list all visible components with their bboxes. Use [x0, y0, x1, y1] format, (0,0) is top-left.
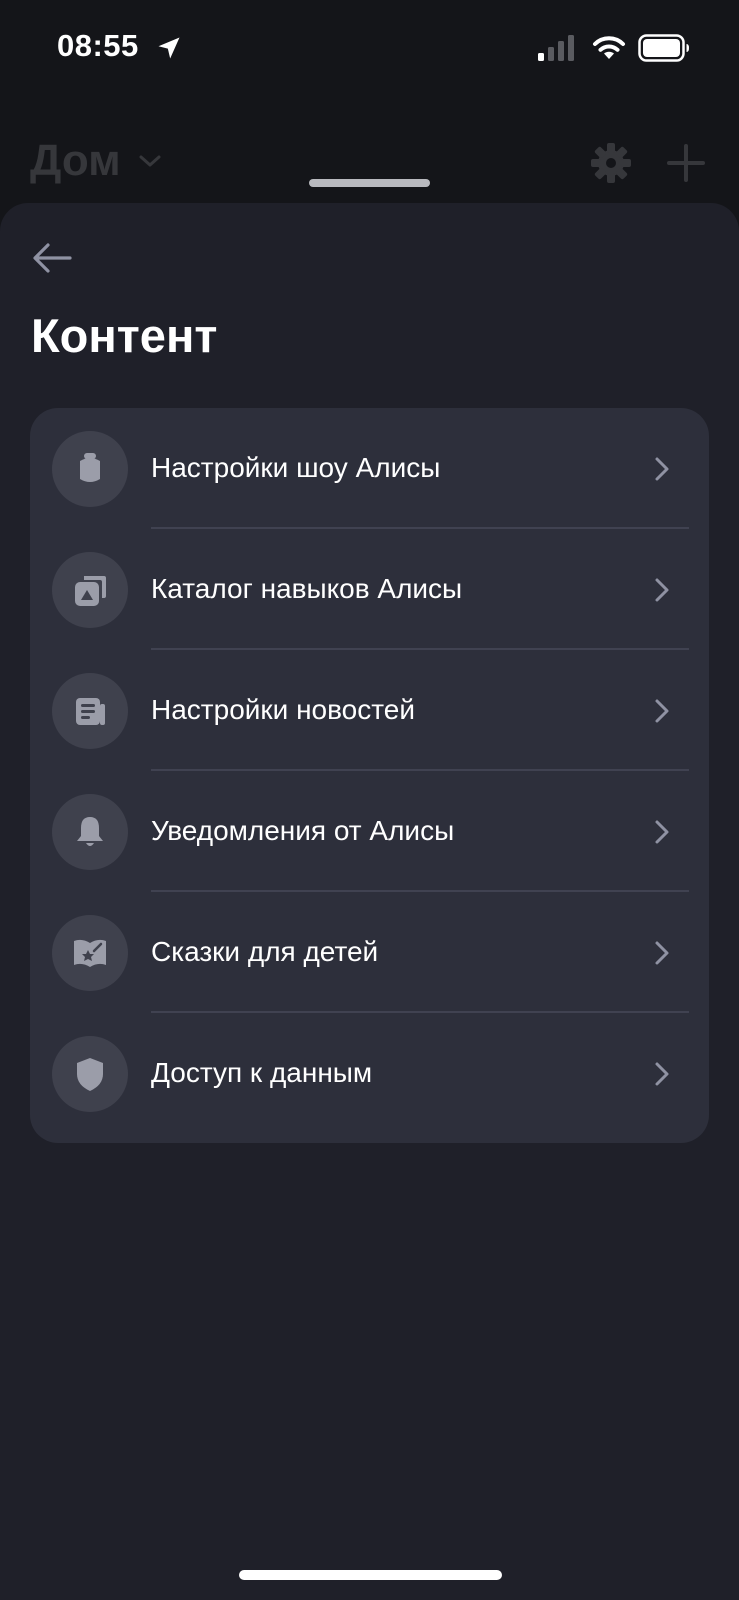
bell-icon	[77, 817, 103, 846]
status-time: 08:55	[57, 28, 139, 63]
sheet-drag-handle[interactable]	[309, 179, 430, 187]
home-title: Дом	[30, 136, 121, 185]
chevron-right-icon	[655, 578, 669, 602]
shield-icon	[77, 1058, 103, 1091]
menu-item-label: Сказки для детей	[151, 936, 379, 967]
location-arrow-icon	[158, 37, 180, 59]
wifi-icon	[593, 36, 625, 59]
page-title: Контент	[31, 309, 218, 362]
row-icon-container	[52, 673, 128, 749]
row-icon-container	[52, 915, 128, 991]
chevron-right-icon	[655, 457, 669, 481]
cellular-signal-icon	[538, 35, 574, 61]
menu-item-label: Доступ к данным	[151, 1057, 373, 1088]
plus-icon	[667, 144, 705, 182]
speaker-icon	[80, 453, 100, 482]
back-arrow-icon[interactable]	[30, 239, 76, 277]
row-icon-container	[52, 794, 128, 870]
menu-item-alice-notifications[interactable]: Уведомления от Алисы	[30, 771, 709, 892]
chevron-right-icon	[655, 941, 669, 965]
chevron-down-icon	[139, 155, 161, 167]
menu-item-alice-skills-catalog[interactable]: Каталог навыков Алисы	[30, 529, 709, 650]
menu-item-news-settings[interactable]: Настройки новостей	[30, 650, 709, 771]
skills-catalog-icon	[75, 576, 106, 606]
home-indicator[interactable]	[239, 1570, 502, 1580]
chevron-right-icon	[655, 699, 669, 723]
chevron-right-icon	[655, 1062, 669, 1086]
menu-item-label: Каталог навыков Алисы	[151, 573, 463, 604]
content-menu-card: Настройки шоу Алисы Каталог навыков Алис…	[30, 408, 709, 1143]
row-icon-container	[52, 431, 128, 507]
menu-item-data-access[interactable]: Доступ к данным	[30, 1013, 709, 1134]
gear-icon	[591, 143, 631, 183]
menu-item-label: Настройки шоу Алисы	[151, 452, 441, 483]
storybook-icon	[74, 939, 106, 967]
chevron-right-icon	[655, 820, 669, 844]
battery-icon	[638, 34, 689, 62]
row-icon-container	[52, 1036, 128, 1112]
menu-item-alice-show-settings[interactable]: Настройки шоу Алисы	[30, 408, 709, 529]
news-icon	[76, 698, 105, 725]
status-bar: 08:55	[0, 0, 739, 100]
menu-item-label: Уведомления от Алисы	[151, 815, 455, 846]
content-sheet: Контент Настройки шоу Алисы Каталог навы…	[0, 203, 739, 1600]
row-icon-container	[52, 552, 128, 628]
menu-item-kids-fairy-tales[interactable]: Сказки для детей	[30, 892, 709, 1013]
menu-item-label: Настройки новостей	[151, 694, 415, 725]
